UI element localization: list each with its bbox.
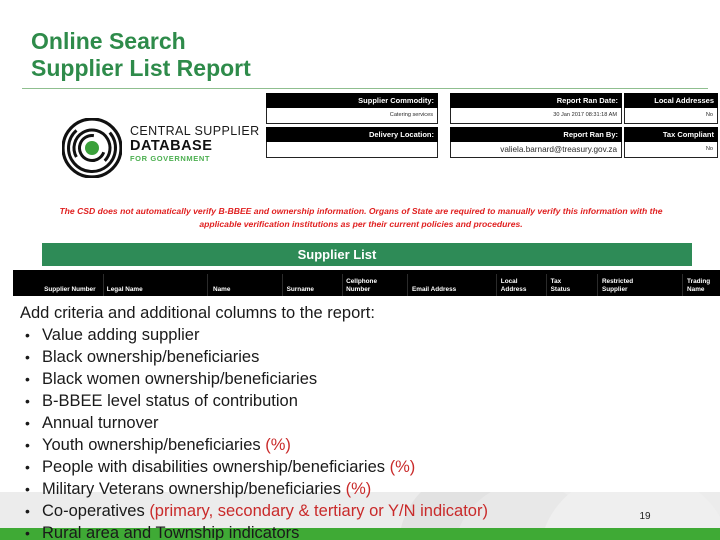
table-column-divider <box>682 274 684 296</box>
supplier-list-banner-label: Supplier List <box>297 247 377 262</box>
content-intro: Add criteria and additional columns to t… <box>20 304 375 322</box>
table-column-header: Local Address <box>500 278 527 293</box>
supplier-table-header-row: Supplier Number Legal Name Name Surname Cell… <box>13 270 720 296</box>
criteria-bullet-text: Rural area and Township indicators <box>42 524 300 540</box>
table-column-divider <box>496 274 498 296</box>
report-ran-by-value: valiela.barnard@treasury.gov.za <box>450 142 622 158</box>
csd-logo-mark-icon <box>62 118 122 178</box>
table-column-divider <box>597 274 599 296</box>
criteria-bullet-text: Value adding supplier <box>42 326 200 344</box>
criteria-bullet: Black women ownership/beneficiaries <box>20 368 710 390</box>
criteria-bullet-text: Co-operatives <box>42 502 145 520</box>
criteria-bullet-annotation: (%) <box>265 436 291 454</box>
report-ran-date-label: Report Ran Date: <box>450 93 622 108</box>
criteria-bullet-text: Annual turnover <box>42 414 159 432</box>
criteria-bullet: People with disabilities ownership/benef… <box>20 456 710 478</box>
report-meta-column-3: Local Addresses No Tax Compliant No <box>624 93 718 158</box>
criteria-bullet: Value adding supplier <box>20 324 710 346</box>
report-ran-date-value: 30 Jan 2017 08:31:18 AM <box>450 108 622 124</box>
content-body: Add criteria and additional columns to t… <box>20 302 710 540</box>
criteria-bullet-text: People with disabilities ownership/benef… <box>42 458 386 476</box>
table-column-divider <box>207 274 209 296</box>
report-meta-column-1: Supplier Commodity: Catering services De… <box>266 93 438 158</box>
delivery-location-value <box>266 142 438 158</box>
verification-disclaimer: The CSD does not automatically verify B-… <box>50 205 672 230</box>
criteria-bullet-text: Black ownership/beneficiaries <box>42 348 260 366</box>
table-column-divider <box>282 274 284 296</box>
tax-compliant-value: No <box>624 142 718 158</box>
table-column-header: Name <box>212 285 231 293</box>
page-number: 19 <box>639 511 651 522</box>
table-column-header: Restricted Supplier <box>601 278 634 293</box>
title-divider <box>22 88 708 89</box>
supplier-list-banner: Supplier List <box>42 243 692 266</box>
table-column-divider <box>341 274 343 296</box>
slide-canvas: Online Search Supplier List Report CENTR… <box>0 0 720 540</box>
disclaimer-line-1: The CSD does not automatically verify B-… <box>59 206 628 216</box>
table-column-divider <box>102 274 104 296</box>
criteria-bullet-text: Black women ownership/beneficiaries <box>42 370 318 388</box>
criteria-bullet: Co-operatives (primary, secondary & tert… <box>20 500 710 522</box>
criteria-bullet-annotation: (primary, secondary & tertiary or Y/N in… <box>149 502 488 520</box>
table-column-header: Surname <box>286 285 314 293</box>
delivery-location-label: Delivery Location: <box>266 127 438 142</box>
local-address-value: No <box>624 108 718 124</box>
report-meta-column-2: Report Ran Date: 30 Jan 2017 08:31:18 AM… <box>450 93 622 158</box>
table-column-divider <box>407 274 409 296</box>
table-column-header: Legal Name <box>106 285 143 293</box>
csd-logo-text: CENTRAL SUPPLIER DATABASE FOR GOVERNMENT <box>130 124 270 164</box>
criteria-bullet-annotation: (%) <box>389 458 416 476</box>
table-column-header: Email Address <box>412 285 457 293</box>
csd-logo: CENTRAL SUPPLIER DATABASE FOR GOVERNMENT <box>62 118 272 180</box>
tax-compliant-label: Tax Compliant <box>624 127 718 142</box>
criteria-bullet: Youth ownership/beneficiaries (%) <box>20 434 710 456</box>
criteria-bullet-text: B-BBEE level status of contribution <box>42 392 298 410</box>
report-ran-by-label: Report Ran By: <box>450 127 622 142</box>
criteria-bullet-text: Youth ownership/beneficiaries <box>42 436 261 454</box>
table-column-header: Trading Name <box>687 278 711 293</box>
supplier-commodity-label: Supplier Commodity: <box>266 93 438 108</box>
criteria-bullet-list: Value adding supplier Black ownership/ben… <box>20 324 710 540</box>
criteria-bullet: Rural area and Township indicators <box>20 522 710 540</box>
criteria-bullet: Annual turnover <box>20 412 710 434</box>
local-address-label: Local Addresses <box>624 93 718 108</box>
csd-logo-line-3: FOR GOVERNMENT <box>130 154 211 163</box>
page-title: Online Search Supplier List Report <box>31 28 691 82</box>
table-column-divider <box>546 274 548 296</box>
criteria-bullet-annotation: (%) <box>345 480 372 498</box>
table-column-header: Tax Status <box>550 278 571 293</box>
report-meta-grid: Supplier Commodity: Catering services De… <box>266 93 718 161</box>
supplier-commodity-value: Catering services <box>266 108 438 124</box>
table-column-header: Cellphone Number <box>346 278 378 293</box>
criteria-bullet: Black ownership/beneficiaries <box>20 346 710 368</box>
csd-logo-line-2: DATABASE <box>130 138 213 154</box>
criteria-bullet: Military Veterans ownership/beneficiarie… <box>20 478 710 500</box>
criteria-bullet: B-BBEE level status of contribution <box>20 390 710 412</box>
table-column-header: Supplier Number <box>44 285 96 293</box>
page-title-line-1: Online Search <box>31 28 186 54</box>
criteria-bullet-text: Military Veterans ownership/beneficiarie… <box>42 480 341 498</box>
csd-logo-line-1: CENTRAL SUPPLIER <box>130 124 260 138</box>
page-title-line-2: Supplier List Report <box>31 55 251 81</box>
